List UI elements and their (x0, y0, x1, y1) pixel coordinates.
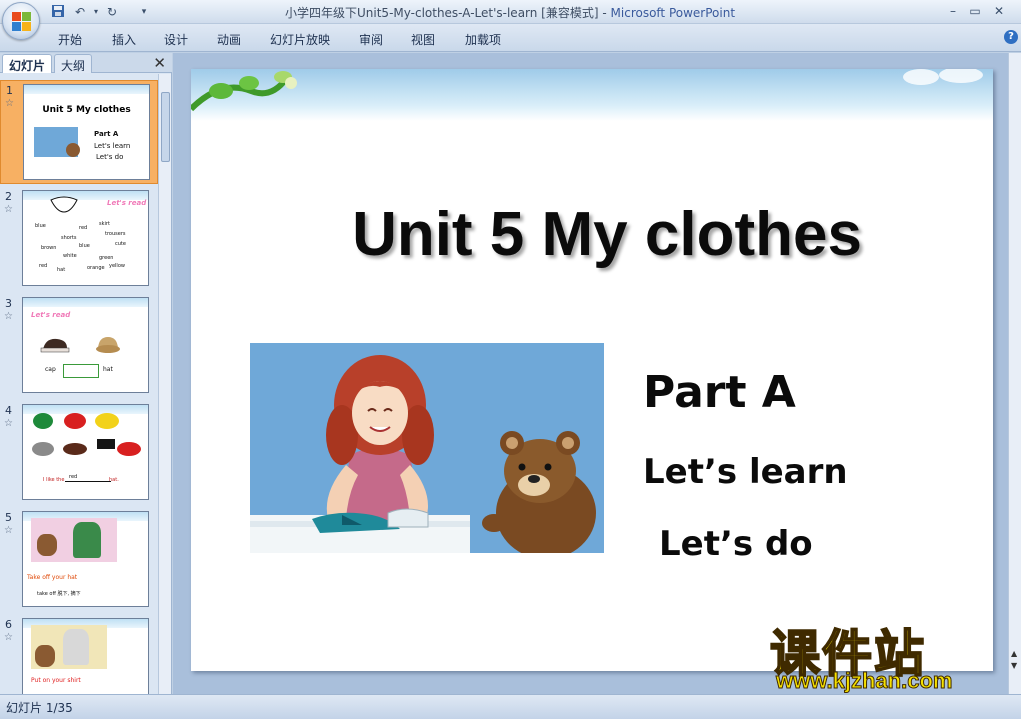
tab-home[interactable]: 开始 (58, 31, 82, 48)
tab-outline[interactable]: 大纲 (54, 54, 93, 73)
slide-title: Unit 5 My clothes (352, 200, 862, 269)
slide-thumbnail-4[interactable]: 4 ☆ I like the red hat. (0, 401, 158, 505)
slide-header-band (191, 69, 993, 121)
customize-toolbar-icon[interactable]: ▾ (136, 4, 152, 20)
status-bar: 幻灯片 1/35 (0, 694, 1021, 719)
close-button[interactable]: ✕ (990, 3, 1008, 19)
undo-dropdown-icon[interactable]: ▾ (88, 4, 104, 20)
lets-learn-label: Let’s learn (643, 452, 848, 492)
tab-slides[interactable]: 幻灯片 (2, 54, 53, 73)
slide-picture (250, 343, 604, 553)
slide-number: 2 (5, 190, 12, 203)
next-slide-icon[interactable]: ▼ (1011, 661, 1017, 670)
restore-button[interactable]: ▭ (966, 3, 984, 19)
tab-addins[interactable]: 加载项 (465, 31, 501, 48)
title-bar: ↶ ▾ ↻ ▾ 小学四年级下Unit5-My-clothes-A-Let's-l… (0, 0, 1021, 40)
slide-number: 3 (5, 297, 12, 310)
slides-panel: 幻灯片 大纲 ✕ 1 ☆ Unit 5 My clothes Part A Le… (0, 53, 172, 694)
tab-animations[interactable]: 动画 (217, 31, 241, 48)
panel-tabs: 幻灯片 大纲 ✕ (0, 53, 172, 73)
slide-thumbnail-2[interactable]: 2 ☆ Let's read blue shorts red brown whi… (0, 187, 158, 291)
minimize-button[interactable]: – (944, 3, 962, 19)
watermark-url: www.kjzhan.com (775, 668, 953, 694)
part-label: Part A (643, 367, 796, 418)
animation-star-icon: ☆ (4, 632, 13, 643)
thumbnail-canvas: Put on your shirt (22, 618, 149, 694)
prev-slide-icon[interactable]: ▲ (1011, 649, 1017, 658)
current-slide[interactable]: Unit 5 My clothes Part A Let’s learn Let… (191, 69, 993, 671)
animation-star-icon: ☆ (4, 525, 13, 536)
slide-number: 6 (5, 618, 12, 631)
slide-edit-area: Unit 5 My clothes Part A Let’s learn Let… (173, 53, 1021, 694)
edit-area-scrollbar[interactable]: ▲ ▼ (1008, 53, 1021, 694)
office-button[interactable] (2, 2, 40, 40)
vine-decoration-icon (191, 71, 297, 112)
lets-do-label: Let’s do (659, 524, 813, 564)
thumbnail-canvas: Let's read blue shorts red brown white b… (22, 190, 149, 286)
animation-star-icon: ☆ (4, 311, 13, 322)
thumbnail-canvas: I like the red hat. (22, 404, 149, 500)
thumbnails-scrollbar[interactable] (158, 74, 171, 694)
undo-icon[interactable]: ↶ (72, 4, 88, 20)
ribbon-tabs: 开始 插入 设计 动画 幻灯片放映 审阅 视图 加载项 ? (0, 24, 1021, 52)
slide-thumbnail-3[interactable]: 3 ☆ Let's read cap hat (0, 294, 158, 398)
slide-counter: 幻灯片 1/35 (6, 701, 73, 715)
help-icon[interactable]: ? (1004, 30, 1018, 44)
slide-thumbnail-5[interactable]: 5 ☆ Take off your hat take off 脱下, 摘下 (0, 508, 158, 612)
thumbnail-title: Unit 5 My clothes (42, 105, 131, 115)
tab-view[interactable]: 视图 (411, 31, 435, 48)
panel-close-icon[interactable]: ✕ (153, 54, 166, 72)
thumbnail-canvas: Unit 5 My clothes Part A Let's learn Let… (23, 84, 150, 180)
tab-slideshow[interactable]: 幻灯片放映 (270, 31, 330, 48)
save-icon[interactable] (50, 4, 66, 20)
animation-star-icon: ☆ (4, 418, 13, 429)
tab-design[interactable]: 设计 (164, 31, 188, 48)
cloud-decoration-icon (903, 69, 983, 85)
slide-number: 5 (5, 511, 12, 524)
slide-thumbnail-6[interactable]: 6 ☆ Put on your shirt (0, 615, 158, 694)
slide-thumbnail-1[interactable]: 1 ☆ Unit 5 My clothes Part A Let's learn… (0, 80, 158, 184)
window-title: 小学四年级下Unit5-My-clothes-A-Let's-learn [兼容… (285, 6, 736, 20)
tab-insert[interactable]: 插入 (112, 31, 136, 48)
thumbnail-canvas: Take off your hat take off 脱下, 摘下 (22, 511, 149, 607)
slide-thumbnails: 1 ☆ Unit 5 My clothes Part A Let's learn… (0, 74, 158, 694)
redo-icon[interactable]: ↻ (104, 4, 120, 20)
slide-number: 1 (6, 84, 13, 97)
animation-star-icon: ☆ (4, 204, 13, 215)
girl-and-bear-illustration (250, 343, 604, 553)
thumbnail-canvas: Let's read cap hat (22, 297, 149, 393)
scrollbar-thumb[interactable] (161, 92, 170, 162)
office-logo-icon (12, 12, 32, 32)
slide-number: 4 (5, 404, 12, 417)
tab-review[interactable]: 审阅 (359, 31, 383, 48)
animation-star-icon: ☆ (5, 98, 14, 109)
